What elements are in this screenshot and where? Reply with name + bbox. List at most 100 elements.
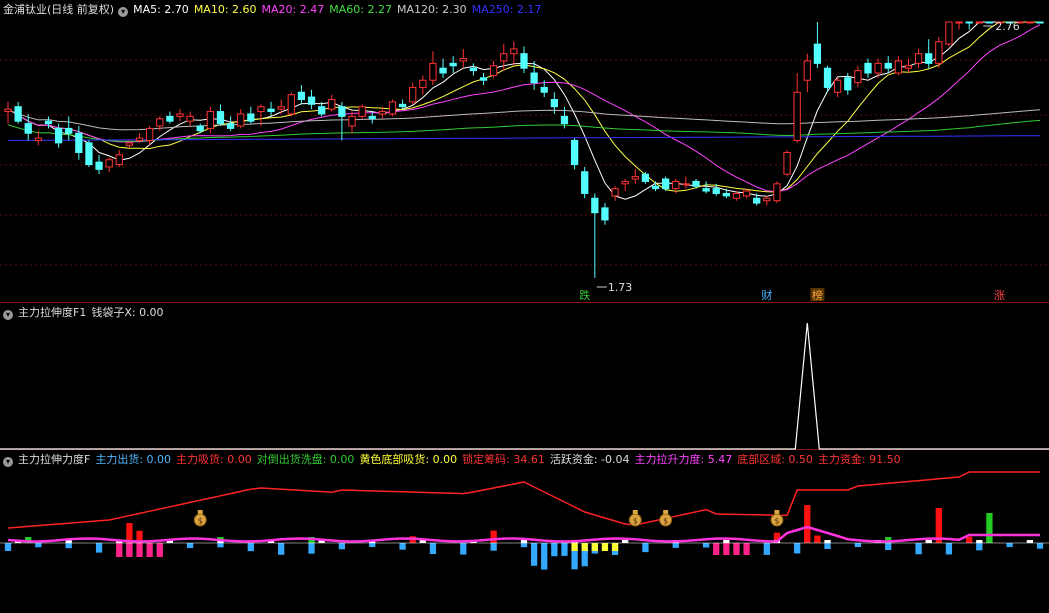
candle[interactable] [925,39,933,69]
candle[interactable] [388,99,397,117]
candle[interactable] [510,41,518,66]
candle[interactable] [854,65,862,88]
candle[interactable] [813,22,822,69]
bar-main-out [217,543,224,548]
candle[interactable] [358,104,366,119]
ma-legend-item-1: MA10: 2.60 [193,3,257,16]
candle-body [844,77,852,91]
candle-body [14,106,22,122]
candle[interactable] [449,56,457,73]
candle[interactable] [459,48,467,69]
bar-main-out [854,543,862,548]
bar-main-out [4,543,12,551]
bar-main-out [278,543,285,555]
candle[interactable] [307,89,316,110]
candle[interactable] [95,154,103,175]
candle[interactable] [621,179,629,192]
ma-legend-item-3: MA60: 2.27 [329,3,392,16]
candle[interactable] [591,193,599,278]
candle[interactable] [85,140,93,167]
money-bag-neck [632,510,638,514]
candle[interactable] [783,150,791,177]
candle[interactable] [985,21,994,24]
candle[interactable] [763,195,771,206]
candle[interactable] [176,109,184,122]
money-bag-neck [774,510,780,514]
candle[interactable] [490,60,498,78]
settings-circle-icon[interactable]: ▾ [118,7,129,17]
candle[interactable] [864,58,872,78]
candle[interactable] [297,85,306,105]
candle[interactable] [338,101,346,141]
candle-body [955,21,963,24]
bar-yellow-bottom [601,543,609,551]
bar-main-out [885,543,892,551]
candle[interactable] [793,73,801,143]
candle[interactable] [115,150,123,167]
candle[interactable] [469,63,478,76]
settings-circle-icon[interactable]: ▾ [3,457,13,467]
candle[interactable] [479,73,488,86]
candle[interactable] [520,46,528,74]
candle[interactable] [945,21,953,47]
candle-body [763,197,771,202]
candle[interactable] [682,176,690,189]
candle[interactable] [581,166,589,199]
candle[interactable] [894,56,902,76]
candle[interactable] [570,138,579,170]
candle[interactable] [14,101,22,124]
candle[interactable] [914,48,923,69]
bar-white [1026,540,1034,543]
candle[interactable] [1036,21,1044,24]
candle[interactable] [904,58,913,73]
bar-pink [156,543,163,557]
candle-body [520,53,528,69]
candle-body [257,106,265,113]
main-price-pane[interactable]: 金浦钛业(日线 前复权) ▾ MA5: 2.70 MA10: 2.60 MA20: 2.… [0,0,1049,303]
candle[interactable] [409,82,417,105]
candle[interactable] [773,181,781,204]
candle[interactable] [884,56,892,73]
candle[interactable] [662,176,670,192]
candle[interactable] [611,186,619,201]
candle[interactable] [429,51,437,86]
candle[interactable] [368,111,376,124]
candle[interactable] [287,92,295,117]
candle[interactable] [226,116,235,131]
candle[interactable] [419,75,427,95]
settings-circle-icon[interactable]: ▾ [3,310,13,320]
candle[interactable] [398,99,407,110]
indicator-pane-2[interactable]: ▾ 主力拉伸力度F 主力出货: 0.00 主力吸货: 0.00 对倒出货洗盘: 0.00… [0,450,1049,613]
bar-yellow-bottom [571,543,578,551]
bar-main-out [642,543,649,553]
candle[interactable] [955,21,963,30]
candle[interactable] [257,104,265,126]
candle[interactable] [267,101,275,117]
candle[interactable] [247,106,255,124]
wallet-line-chart[interactable] [0,303,1049,450]
candle[interactable] [348,111,356,134]
candle[interactable] [702,181,710,194]
candle[interactable] [277,99,285,114]
strength-bar-chart[interactable]: $ $ $ $ [0,450,1049,613]
candle[interactable] [975,21,983,24]
candle[interactable] [601,203,609,225]
candle[interactable] [186,111,194,126]
candlestick-chart[interactable]: 2.76 1.73 跌 财 榜 涨 [0,0,1049,303]
candle[interactable] [105,157,113,172]
candle-body [925,53,933,64]
candle[interactable] [166,111,174,124]
candle[interactable] [65,116,73,141]
candle[interactable] [439,58,447,78]
candle[interactable] [328,94,336,112]
candle[interactable] [237,109,245,129]
indicator-pane-1[interactable]: ▾ 主力拉伸度F1 钱袋子X: 0.00 [0,303,1049,450]
candle[interactable] [1026,21,1034,24]
candle[interactable] [935,36,943,69]
candle[interactable] [631,169,639,184]
candle[interactable] [4,101,12,124]
candle[interactable] [965,21,973,30]
candle[interactable] [216,104,225,126]
candle-body [449,62,457,67]
candle[interactable] [834,77,842,98]
